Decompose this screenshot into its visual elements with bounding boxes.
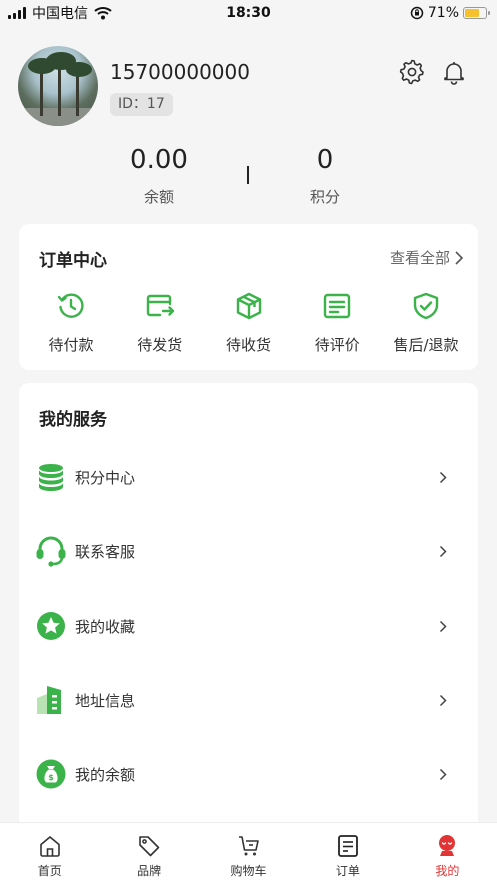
profile-header: 15700000000 ID：17 [18,46,478,126]
avatar[interactable] [18,46,98,126]
battery-percent: 71% [427,5,459,21]
order-center-card: 订单中心 查看全部 待付款 待发货 待收货 待评价 售后/退款 [19,224,478,370]
service-label: 地址信息 [75,691,136,710]
order-status-label: 售后/退款 [393,336,459,354]
chevron-right-icon [438,470,448,484]
wifi-icon [94,7,112,20]
order-status-label: 待付款 [48,336,94,354]
tab-label: 订单 [335,864,360,878]
money-bag-icon: $ [35,758,67,790]
tab-label: 首页 [37,864,62,878]
order-status-pending-review[interactable]: 待评价 [293,290,381,355]
points-stat[interactable]: 0 积分 [245,144,405,207]
tab-label: 购物车 [230,864,267,878]
tag-icon [136,833,162,859]
star-icon [35,610,67,642]
chevron-right-icon [438,619,448,633]
user-id-badge: ID：17 [110,93,173,116]
tab-cart[interactable]: 购物车 [199,823,298,883]
shipping-card-icon [144,290,176,322]
shield-check-icon [410,290,442,322]
order-status-after-sales[interactable]: 售后/退款 [382,290,470,355]
user-phone: 15700000000 [110,60,250,84]
status-right: 71% [410,5,490,21]
box-icon [233,290,265,322]
order-status-label: 待收货 [225,336,271,354]
view-all-label: 查看全部 [389,249,450,267]
svg-text:$: $ [48,773,54,782]
order-status-pending-shipment[interactable]: 待发货 [116,290,204,355]
order-status-pending-receipt[interactable]: 待收货 [205,290,293,355]
carrier-text: 中国电信 [32,6,88,22]
my-services-title: 我的服务 [39,410,107,430]
status-left: 中国电信 [8,3,112,23]
service-item-balance[interactable]: $ 我的余额 [19,754,478,794]
home-icon [37,833,63,859]
order-doc-icon [335,833,361,859]
tab-profile[interactable]: 我的 [398,823,497,883]
chevron-right-icon [438,767,448,781]
clock-icon [55,290,87,322]
chevron-right-icon [438,693,448,707]
headset-icon [35,535,67,567]
view-all-orders-link[interactable]: 查看全部 [390,247,464,268]
service-label: 我的余额 [75,765,136,784]
tab-label: 我的 [435,864,460,878]
tab-orders[interactable]: 订单 [298,823,397,883]
service-label: 积分中心 [75,468,136,487]
notification-bell-icon[interactable] [440,58,468,86]
my-services-card: 我的服务 积分中心 联系客服 我的收藏 地址信息 $ 我的余额 [19,383,478,843]
points-value: 0 [316,145,334,175]
service-item-favorites[interactable]: 我的收藏 [19,606,478,646]
review-icon [321,290,353,322]
battery-icon [463,7,490,19]
building-icon [35,684,67,716]
order-status-label: 待评价 [314,336,360,354]
status-bar: 中国电信 18:30 71% [0,0,497,26]
order-status-pending-payment[interactable]: 待付款 [27,290,115,355]
points-label: 积分 [309,188,340,206]
service-label: 联系客服 [75,542,136,561]
profile-icon [434,833,460,859]
service-label: 我的收藏 [75,617,136,636]
tab-label: 品牌 [137,864,162,878]
balance-stat[interactable]: 0.00 余额 [79,144,239,207]
rotation-lock-icon [410,6,424,20]
header-actions [398,58,468,86]
service-item-address[interactable]: 地址信息 [19,680,478,720]
settings-gear-icon[interactable] [398,58,426,86]
balance-label: 余额 [143,188,174,206]
balance-value: 0.00 [130,145,188,175]
order-status-list: 待付款 待发货 待收货 待评价 售后/退款 [19,290,478,355]
order-status-label: 待发货 [137,336,183,354]
chevron-right-icon [438,544,448,558]
coin-stack-icon [35,461,67,493]
account-stats: 0.00 余额 0 积分 [0,144,497,210]
tab-brand[interactable]: 品牌 [99,823,198,883]
signal-icon [8,7,26,19]
cart-icon [236,833,262,859]
bottom-tab-bar: 首页 品牌 购物车 订单 我的 [0,822,497,883]
chevron-right-icon [455,250,464,265]
order-center-title: 订单中心 [39,251,107,271]
tab-home[interactable]: 首页 [0,823,99,883]
service-item-points-center[interactable]: 积分中心 [19,457,478,497]
service-item-customer-service[interactable]: 联系客服 [19,531,478,571]
